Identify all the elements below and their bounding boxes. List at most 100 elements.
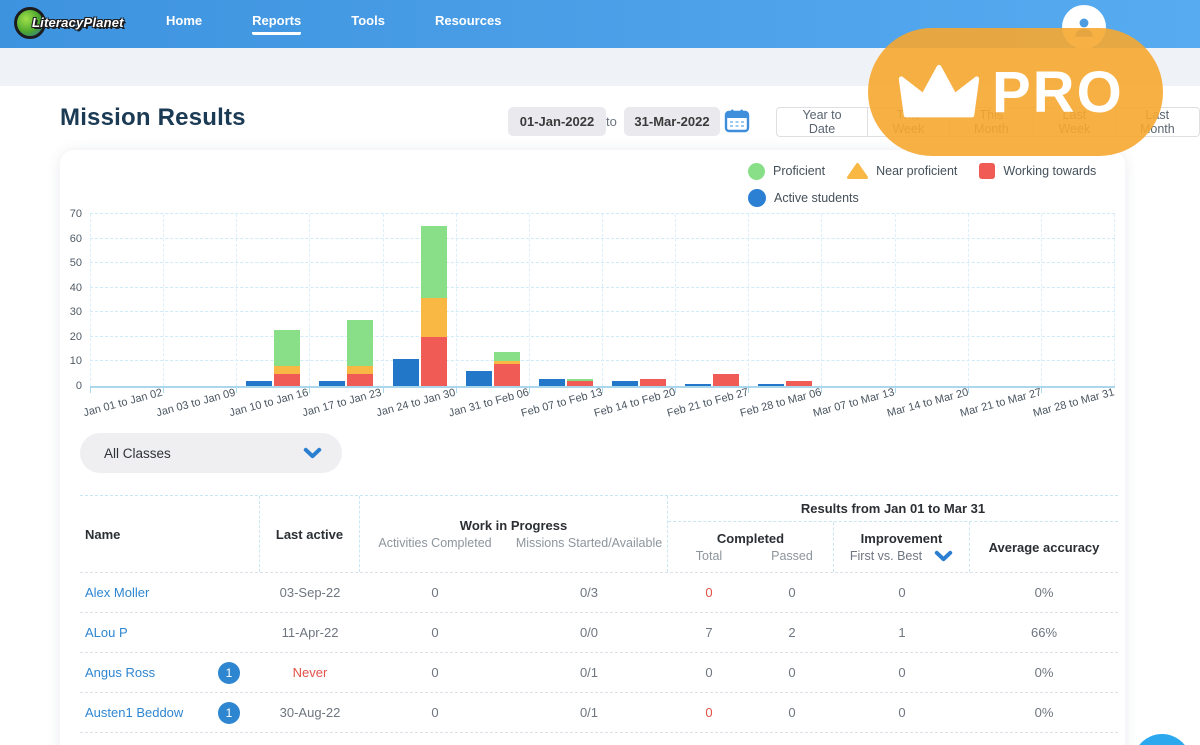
active-students-bar: [393, 359, 419, 386]
student-name-cell: Austen1 Beddow1: [80, 702, 260, 724]
table-row: Alex Moller03-Sep-2200/30000%: [80, 572, 1118, 612]
proficient-segment: [347, 320, 373, 367]
x-axis-label: Feb 14 to Feb 20: [593, 386, 677, 419]
col-group-work-in-progress: Work in Progress Activities Completed Mi…: [360, 496, 668, 572]
y-tick-label: 50: [70, 257, 82, 269]
class-count-badge: 1: [218, 662, 240, 684]
working-towards-segment: [786, 381, 812, 386]
improvement-cell: 1: [834, 625, 970, 640]
y-tick-label: 60: [70, 233, 82, 245]
date-to-input[interactable]: 31-Mar-2022: [624, 107, 720, 136]
date-to-label: to: [606, 107, 617, 136]
y-tick-label: 0: [76, 380, 82, 392]
quick-filter-year-to-date[interactable]: Year to Date: [776, 107, 868, 137]
x-axis-label: Feb 28 to Mar 06: [739, 386, 823, 419]
active-students-bar: [685, 384, 711, 386]
chart-category: Feb 21 to Feb 27: [675, 214, 748, 386]
working-towards-segment: [347, 374, 373, 386]
table-row: Angus Ross1Never00/10000%: [80, 652, 1118, 692]
active-students-bar: [758, 384, 784, 386]
active-students-swatch-icon: [748, 189, 766, 207]
x-axis-label: Jan 03 to Jan 09: [155, 387, 237, 420]
col-header-total: Total: [668, 549, 750, 563]
x-axis-label: Jan 24 to Jan 30: [375, 387, 457, 420]
chart-category: Jan 24 to Jan 30: [383, 214, 456, 386]
total-cell: 0: [668, 585, 750, 600]
average-accuracy-cell: 66%: [970, 625, 1118, 640]
student-name-link[interactable]: Alex Moller: [85, 585, 149, 600]
x-axis-label: Jan 10 to Jan 16: [228, 387, 310, 420]
working-towards-segment: [421, 337, 447, 386]
col-group-completed: Completed Total Passed: [668, 522, 834, 572]
x-axis-label: Mar 07 to Mar 13: [812, 386, 896, 419]
table-row: ALou P11-Apr-2200/072166%: [80, 612, 1118, 652]
table-row-partial: [80, 732, 1118, 745]
crown-icon: [898, 61, 980, 123]
calendar-icon[interactable]: [724, 108, 750, 134]
pro-label: PRO: [992, 59, 1124, 126]
col-header-activities-completed: Activities Completed: [360, 536, 510, 550]
passed-cell: 0: [750, 665, 834, 680]
class-filter-dropdown[interactable]: All Classes: [80, 433, 342, 473]
activities-completed-cell: 0: [360, 625, 510, 640]
working-towards-segment: [274, 374, 300, 386]
average-accuracy-cell: 0%: [970, 705, 1118, 720]
chart-category: Feb 14 to Feb 20: [602, 214, 675, 386]
nav-item-resources[interactable]: Resources: [435, 13, 501, 35]
working-towards-segment: [567, 381, 593, 386]
table-body: Alex Moller03-Sep-2200/30000%ALou P11-Ap…: [80, 572, 1118, 732]
student-name-link[interactable]: Austen1 Beddow: [85, 705, 183, 720]
nav-item-home[interactable]: Home: [166, 13, 202, 35]
results-stacked-bar: [347, 320, 373, 386]
activities-completed-cell: 0: [360, 585, 510, 600]
page-title: Mission Results: [60, 104, 246, 132]
missions-cell: 0/0: [510, 625, 668, 640]
results-group-header: Results from Jan 01 to Mar 31: [668, 496, 1118, 522]
working-towards-segment: [713, 374, 739, 386]
improvement-cell: 0: [834, 585, 970, 600]
student-name-link[interactable]: Angus Ross: [85, 665, 155, 680]
x-axis-label: Mar 14 to Mar 20: [885, 386, 969, 419]
chat-widget-button[interactable]: [1133, 734, 1191, 745]
chart-category: Jan 01 to Jan 02: [90, 214, 163, 386]
active-students-bar: [466, 371, 492, 386]
col-header-name: Name: [80, 496, 260, 572]
improvement-sort-chevron-icon[interactable]: [934, 550, 953, 562]
nav-item-tools[interactable]: Tools: [351, 13, 385, 35]
literacyplanet-logo[interactable]: LiteracyPlanet: [14, 6, 134, 42]
table-header: Name Last active Work in Progress Activi…: [80, 495, 1118, 572]
passed-cell: 0: [750, 705, 834, 720]
active-students-bar: [246, 381, 272, 386]
results-stacked-bar: [713, 374, 739, 386]
active-students-bar: [319, 381, 345, 386]
chart-category: Feb 28 to Mar 06: [748, 214, 821, 386]
near-proficient-segment: [421, 298, 447, 337]
chart-category: Mar 21 to Mar 27: [968, 214, 1041, 386]
x-axis-label: Jan 01 to Jan 02: [82, 387, 164, 420]
brand-name: LiteracyPlanet: [32, 15, 124, 30]
improvement-cell: 0: [834, 665, 970, 680]
chart-category: Mar 14 to Mar 20: [895, 214, 968, 386]
missions-cell: 0/1: [510, 705, 668, 720]
nav-item-reports[interactable]: Reports: [252, 13, 301, 35]
nav-items: Home Reports Tools Resources: [166, 0, 501, 48]
chart-category: Jan 31 to Feb 06: [456, 214, 529, 386]
working-towards-segment: [640, 379, 666, 386]
student-name-link[interactable]: ALou P: [85, 625, 128, 640]
table-row: Austen1 Beddow130-Aug-2200/10000%: [80, 692, 1118, 732]
y-tick-label: 10: [70, 355, 82, 367]
legend-item-proficient: Proficient: [748, 163, 825, 180]
average-accuracy-cell: 0%: [970, 585, 1118, 600]
chart-category: Mar 28 to Mar 31: [1041, 214, 1115, 386]
y-tick-label: 70: [70, 208, 82, 220]
active-students-bar: [612, 381, 638, 386]
total-cell: 7: [668, 625, 750, 640]
x-axis-label: Feb 07 to Feb 13: [520, 386, 604, 419]
col-header-average-accuracy: Average accuracy: [970, 522, 1118, 572]
chart-category: Jan 17 to Jan 23: [309, 214, 382, 386]
date-from-input[interactable]: 01-Jan-2022: [508, 107, 606, 136]
total-cell: 0: [668, 705, 750, 720]
working-towards-segment: [494, 364, 520, 386]
last-active-cell: 11-Apr-22: [260, 625, 360, 640]
activities-completed-cell: 0: [360, 665, 510, 680]
